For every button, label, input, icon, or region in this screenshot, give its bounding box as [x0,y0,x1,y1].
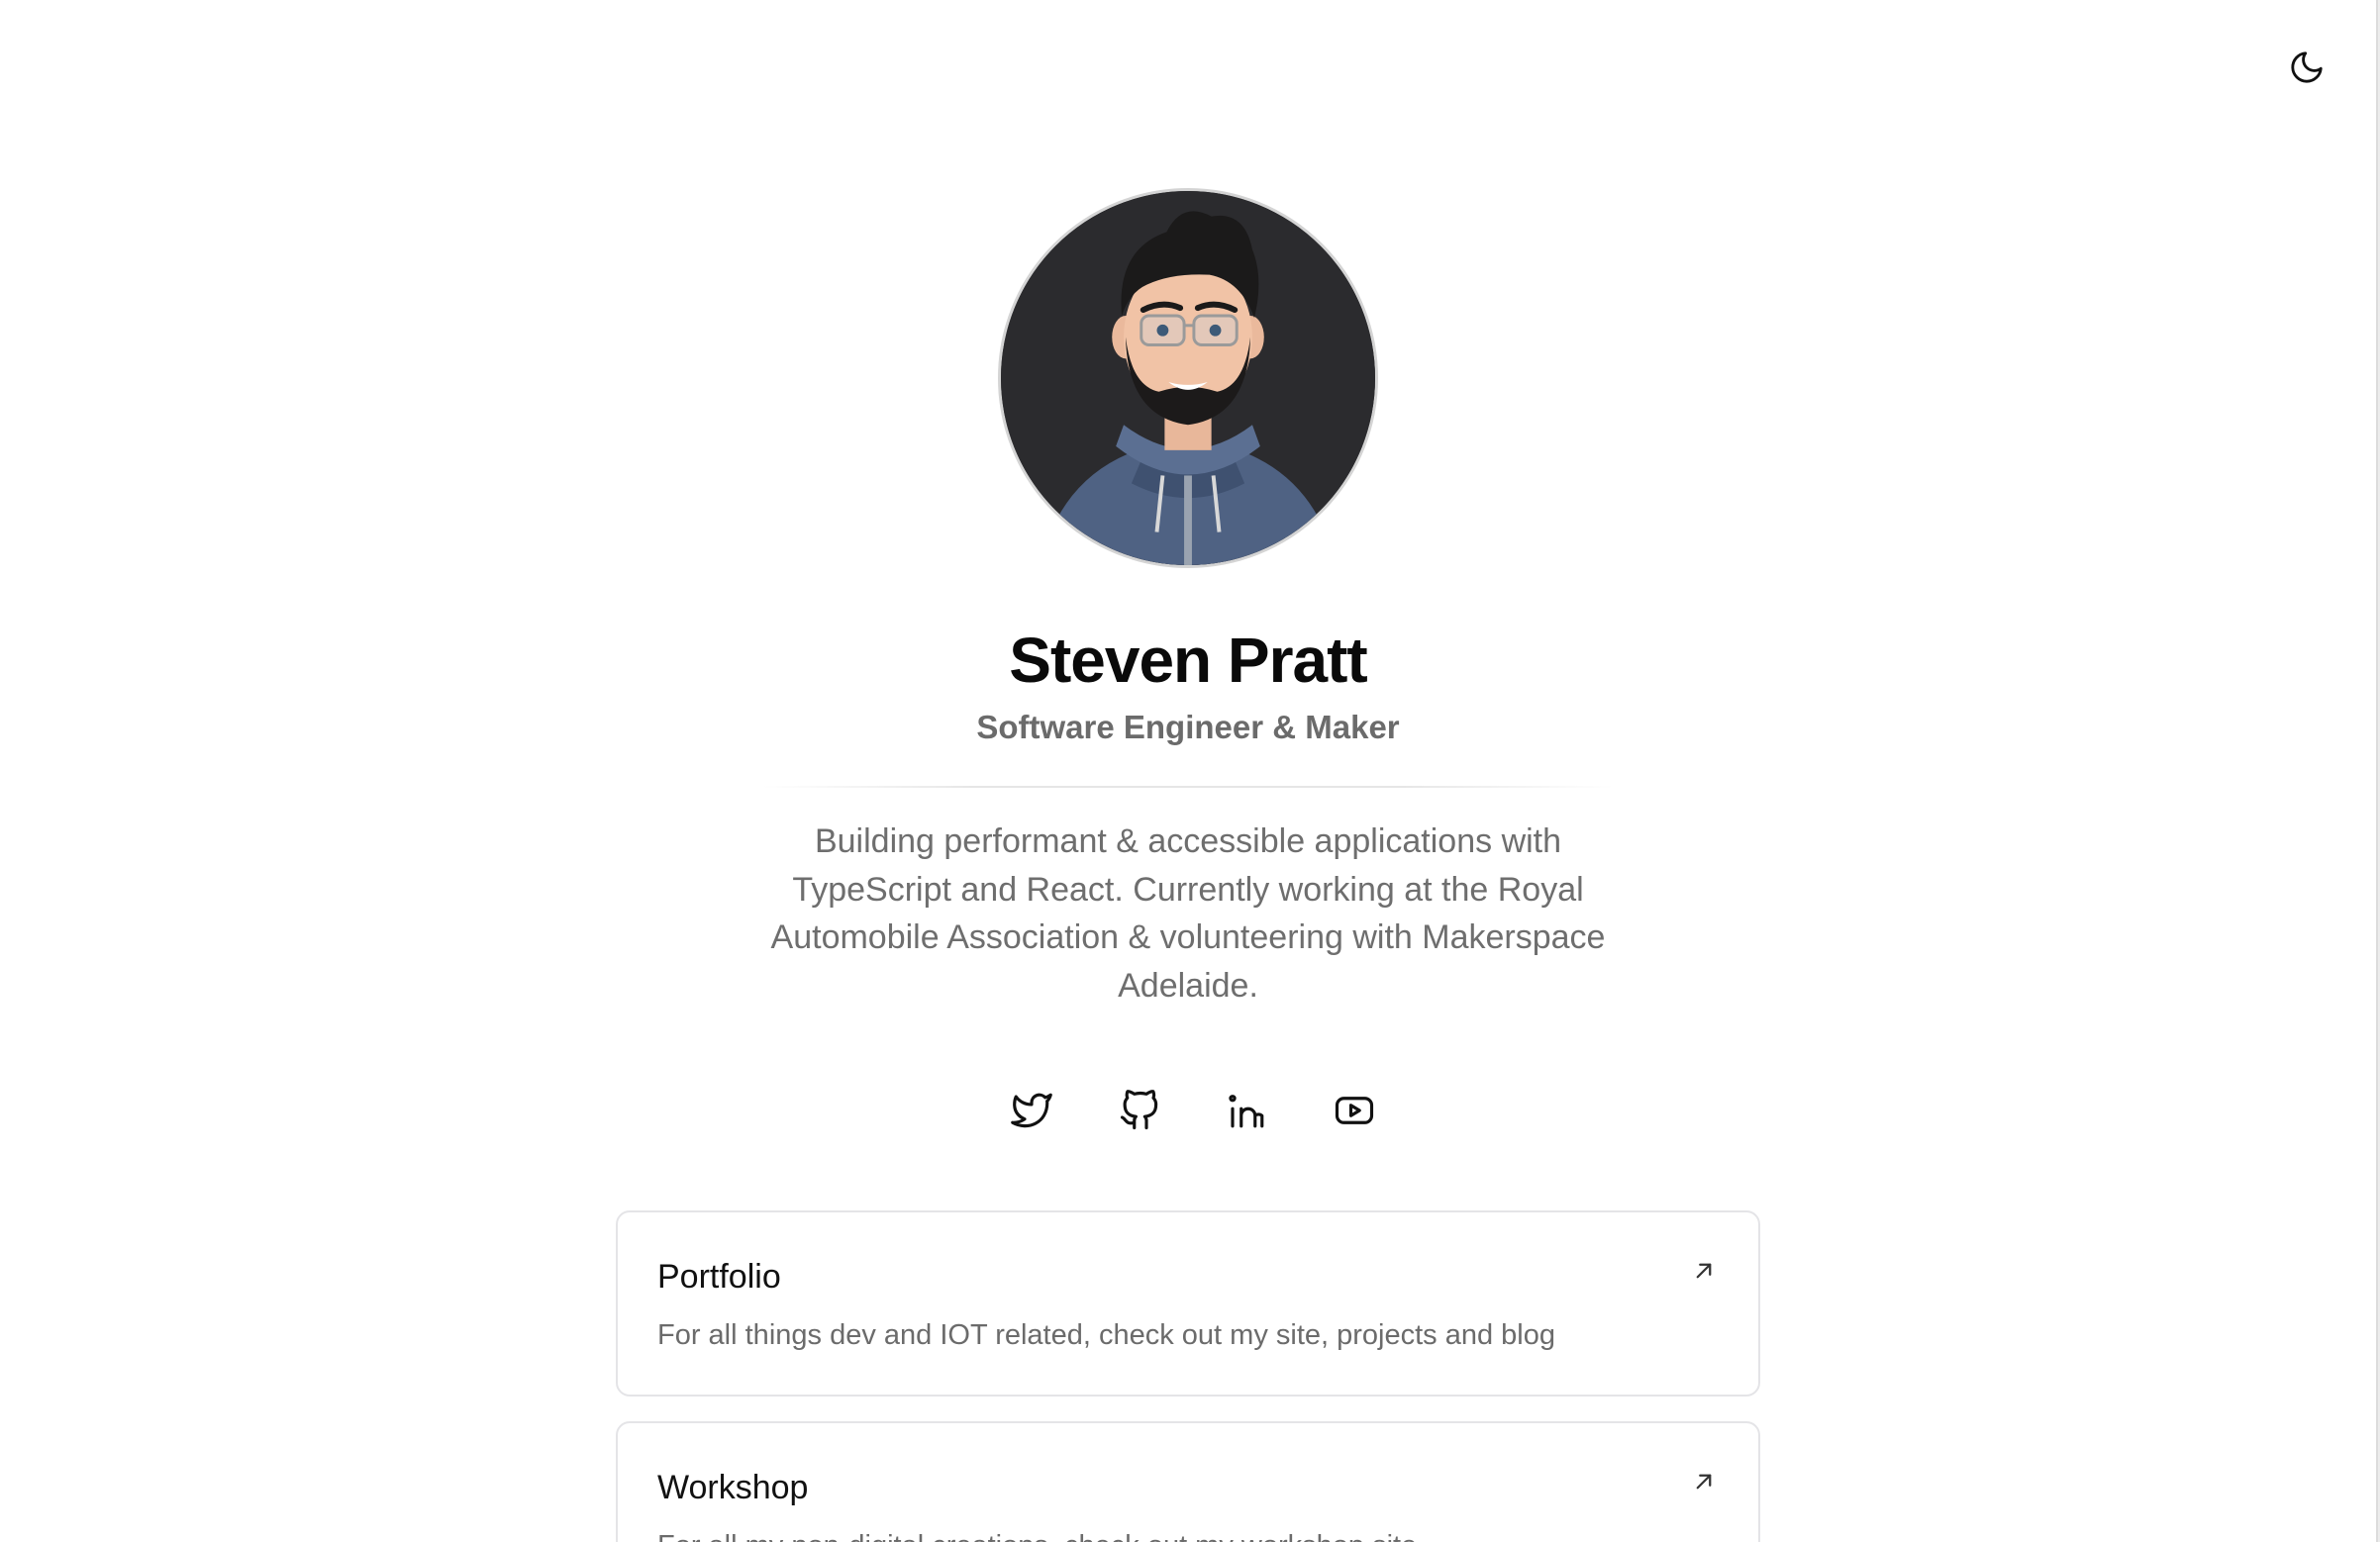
arrow-up-right-icon [1689,1256,1719,1286]
profile-name: Steven Pratt [1009,625,1367,696]
linkedin-icon [1229,1095,1264,1128]
youtube-icon [1335,1097,1374,1124]
youtube-link[interactable] [1325,1081,1384,1140]
link-card-workshop[interactable]: Workshop For all my non-digital creation… [616,1421,1760,1542]
avatar [998,188,1378,568]
link-card-portfolio[interactable]: Portfolio For all things dev and IOT rel… [616,1210,1760,1397]
scrollbar[interactable] [2376,0,2380,1542]
link-card-description: For all my non-digital creations, check … [657,1530,1417,1542]
github-link[interactable] [1110,1081,1169,1140]
profile-tagline: Software Engineer & Maker [976,709,1400,745]
page: Steven Pratt Software Engineer & Maker B… [0,0,2380,1542]
moon-icon [2291,51,2323,83]
twitter-icon [1011,1093,1052,1128]
social-links [1002,1081,1384,1140]
memoji-avatar-image [1001,191,1375,565]
twitter-link[interactable] [1002,1081,1061,1140]
link-card-title: Portfolio [657,1258,781,1296]
arrow-up-right-icon [1689,1467,1719,1496]
github-icon [1120,1090,1157,1130]
link-card-description: For all things dev and IOT related, chec… [657,1319,1555,1351]
divider [762,786,1614,788]
theme-toggle-button[interactable] [2285,46,2329,89]
link-card-title: Workshop [657,1469,809,1506]
profile-bio: Building performant & accessible applica… [770,822,1606,1005]
linkedin-link[interactable] [1217,1081,1276,1140]
